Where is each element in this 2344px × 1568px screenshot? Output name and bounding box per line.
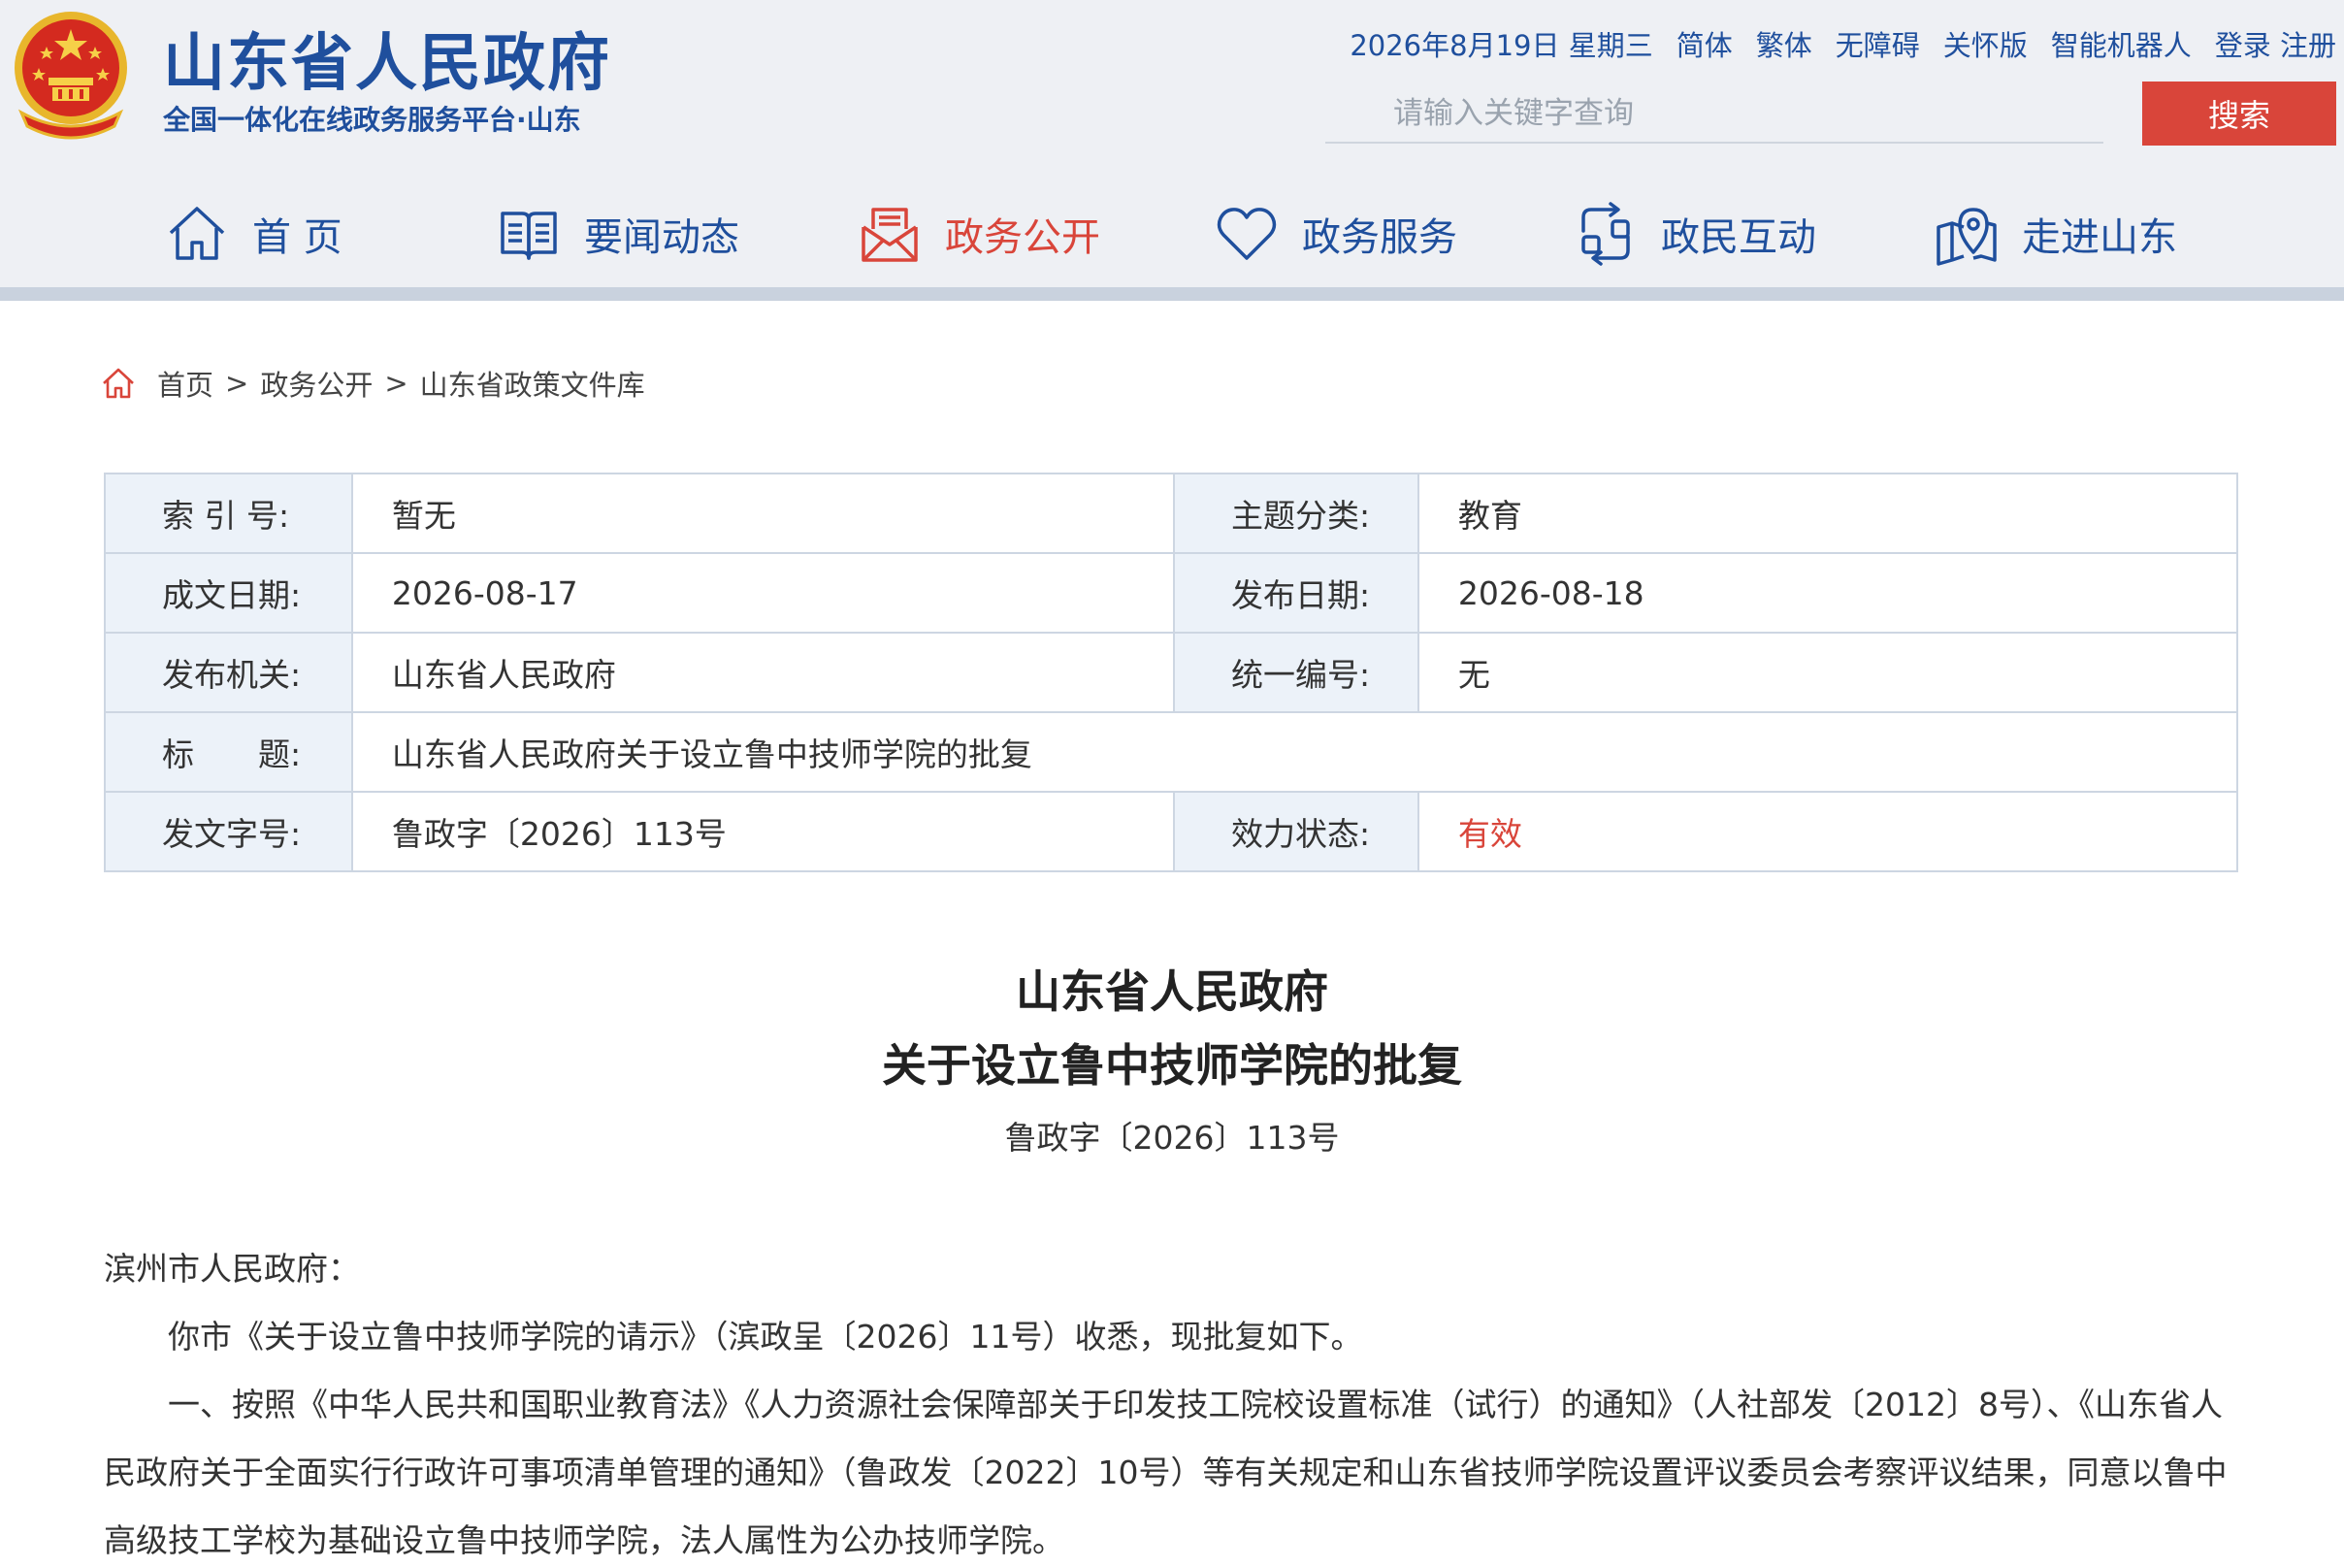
nav-item-home[interactable]: 首 页 bbox=[165, 190, 342, 278]
body-paragraph: 你市《关于设立鲁中技师学院的请示》（滨政呈〔2026〕11号）收悉，现批复如下。 bbox=[168, 1318, 1363, 1356]
body-paragraph: 一、按照《中华人民共和国职业教育法》《人力资源社会保障部关于印发技工院校设置标准… bbox=[104, 1386, 2228, 1559]
status-label: 效力状态: bbox=[1173, 791, 1419, 872]
title-value: 山东省人民政府关于设立鲁中技师学院的批复 bbox=[350, 711, 2239, 793]
breadcrumb-separator: > bbox=[384, 367, 408, 400]
header-divider bbox=[0, 287, 2344, 301]
book-icon bbox=[501, 212, 557, 260]
nav-label-gov-affairs: 政务公开 bbox=[945, 215, 1100, 260]
salutation: 滨州市人民政府： bbox=[104, 1250, 360, 1288]
nav-label-gov-services: 政务服务 bbox=[1302, 215, 1457, 260]
site-subtitle: 全国一体化在线政务服务平台·山东 bbox=[163, 104, 581, 136]
document-title-line2: 关于设立鲁中技师学院的批复 bbox=[882, 1039, 1462, 1092]
simplified-link[interactable]: 简体 bbox=[1677, 23, 1733, 64]
national-emblem-icon bbox=[15, 12, 127, 140]
main-nav: 首 页 要闻动态 政务公开 政务服务 政民互动 走进山东 bbox=[0, 190, 2344, 278]
date-display: 2026年8月19日 星期三 bbox=[1350, 29, 1653, 62]
accessibility-link[interactable]: 无障碍 bbox=[1836, 23, 1920, 64]
nav-item-interaction[interactable]: 政民互动 bbox=[1574, 190, 1816, 278]
topic-value: 教育 bbox=[1416, 473, 2239, 554]
traditional-link[interactable]: 繁体 bbox=[1756, 23, 1812, 64]
login-register-link[interactable]: 登录 注册 bbox=[2215, 23, 2336, 64]
document-meta-table: 索 引 号: 暂无 主题分类: 教育 成文日期: 2026-08-17 发布日期… bbox=[104, 473, 2239, 872]
published-date-label: 发布日期: bbox=[1173, 552, 1419, 634]
status-value: 有效 bbox=[1416, 791, 2239, 872]
published-date-value: 2026-08-18 bbox=[1416, 552, 2239, 634]
search-input[interactable] bbox=[1325, 85, 2103, 144]
site-header: 山东省人民政府 全国一体化在线政务服务平台·山东 2026年8月19日 星期三 … bbox=[0, 0, 2344, 287]
doc-number-label: 发文字号: bbox=[104, 791, 353, 872]
care-mode-link[interactable]: 关怀版 bbox=[1943, 23, 2028, 64]
table-row: 索 引 号: 暂无 主题分类: 教育 bbox=[104, 473, 2239, 554]
breadcrumb-policy-library[interactable]: 山东省政策文件库 bbox=[420, 363, 645, 404]
breadcrumb: 首页 > 政务公开 > 山东省政策文件库 bbox=[101, 363, 645, 404]
topic-label: 主题分类: bbox=[1173, 473, 1419, 554]
breadcrumb-home[interactable]: 首页 bbox=[157, 363, 213, 404]
nav-label-about-shandong: 走进山东 bbox=[2022, 215, 2177, 260]
nav-item-gov-services[interactable]: 政务服务 bbox=[1215, 190, 1457, 278]
doc-number-value: 鲁政字〔2026〕113号 bbox=[350, 791, 1176, 872]
nav-item-about-shandong[interactable]: 走进山东 bbox=[1935, 190, 2177, 278]
table-row: 标 题: 山东省人民政府关于设立鲁中技师学院的批复 bbox=[104, 711, 2239, 793]
unified-number-value: 无 bbox=[1416, 632, 2239, 713]
nav-label-news: 要闻动态 bbox=[584, 215, 739, 260]
breadcrumb-gov-affairs[interactable]: 政务公开 bbox=[260, 363, 373, 404]
nav-item-gov-affairs[interactable]: 政务公开 bbox=[858, 190, 1100, 278]
document-number: 鲁政字〔2026〕113号 bbox=[1004, 1119, 1340, 1157]
document-body: 滨州市人民政府： 你市《关于设立鲁中技师学院的请示》（滨政呈〔2026〕11号）… bbox=[104, 1235, 2238, 1568]
index-value: 暂无 bbox=[350, 473, 1176, 554]
table-row: 发布机关: 山东省人民政府 统一编号: 无 bbox=[104, 632, 2239, 713]
home-icon bbox=[169, 207, 225, 260]
written-date-value: 2026-08-17 bbox=[350, 552, 1176, 634]
breadcrumb-separator: > bbox=[225, 367, 249, 400]
index-label: 索 引 号: bbox=[104, 473, 353, 554]
issuer-label: 发布机关: bbox=[104, 632, 353, 713]
written-date-label: 成文日期: bbox=[104, 552, 353, 634]
nav-label-interaction: 政民互动 bbox=[1661, 215, 1816, 260]
top-links: 2026年8月19日 星期三 简体 繁体 无障碍 关怀版 智能机器人 登录 注册 bbox=[1350, 23, 2336, 64]
robot-assistant-link[interactable]: 智能机器人 bbox=[2051, 23, 2192, 64]
unified-number-label: 统一编号: bbox=[1173, 632, 1419, 713]
site-title: 山东省人民政府 bbox=[163, 28, 611, 100]
map-pin-icon bbox=[1937, 208, 1997, 266]
document-title-line1: 山东省人民政府 bbox=[1016, 965, 1328, 1018]
table-row: 发文字号: 鲁政字〔2026〕113号 效力状态: 有效 bbox=[104, 791, 2239, 872]
nav-label-home: 首 页 bbox=[252, 215, 342, 260]
home-icon bbox=[103, 368, 134, 399]
search-button[interactable]: 搜索 bbox=[2142, 82, 2336, 146]
mail-icon bbox=[862, 208, 918, 262]
title-label: 标 题: bbox=[104, 711, 353, 793]
issuer-value: 山东省人民政府 bbox=[350, 632, 1176, 713]
exchange-icon bbox=[1581, 202, 1630, 266]
heart-icon bbox=[1217, 208, 1277, 260]
nav-item-news[interactable]: 要闻动态 bbox=[497, 190, 739, 278]
table-row: 成文日期: 2026-08-17 发布日期: 2026-08-18 bbox=[104, 552, 2239, 634]
